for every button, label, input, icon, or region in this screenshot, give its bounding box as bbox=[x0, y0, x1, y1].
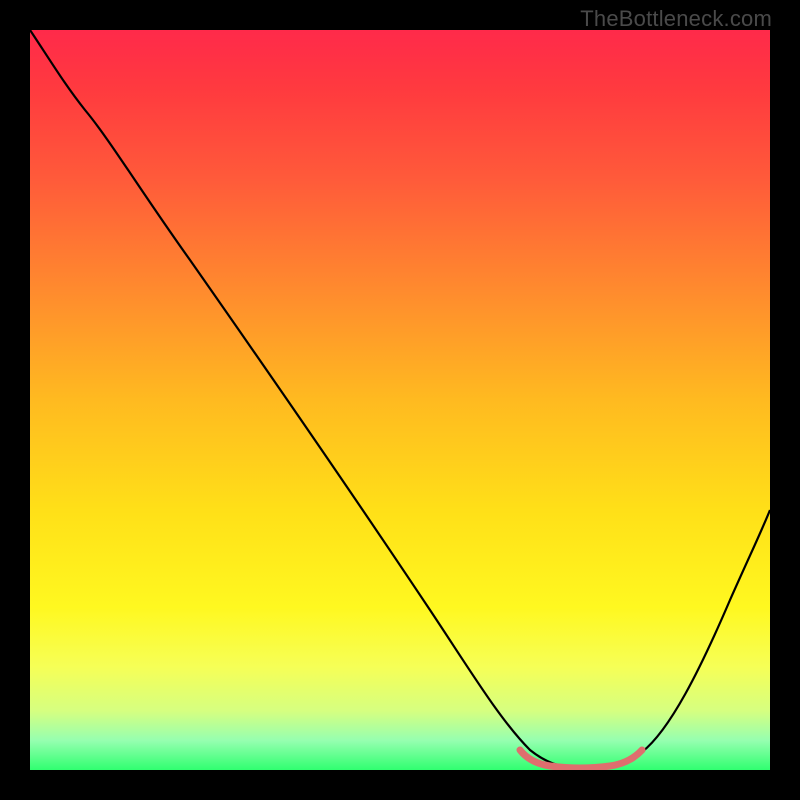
chart-svg bbox=[30, 30, 770, 770]
optimal-range-marker bbox=[520, 750, 642, 768]
bottleneck-curve bbox=[30, 30, 770, 768]
watermark-text: TheBottleneck.com bbox=[580, 6, 772, 32]
plot-area bbox=[30, 30, 770, 770]
chart-container: TheBottleneck.com bbox=[0, 0, 800, 800]
